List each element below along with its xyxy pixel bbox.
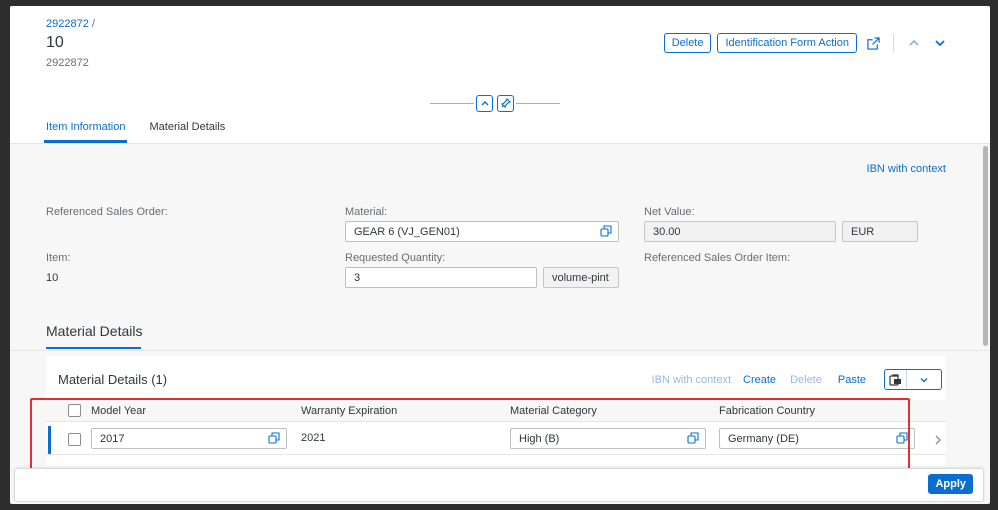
footer-bar: Apply: [14, 468, 984, 502]
collapse-line-left: [430, 102, 474, 104]
chevron-down-icon[interactable]: [907, 370, 941, 389]
pin-header-button[interactable]: [497, 94, 514, 112]
material-label: Material:: [345, 206, 388, 218]
page-subtitle: 2922872: [46, 57, 89, 69]
collapse-line-right: [516, 102, 560, 104]
section-divider: [10, 350, 990, 351]
table-title: Material Details (1): [58, 372, 168, 387]
item-label: Item:: [46, 252, 71, 264]
unit-field: volume-pint: [543, 267, 619, 288]
table-toolbar: IBN with context Create Delete Paste: [652, 369, 942, 390]
collapse-header-button[interactable]: [476, 94, 493, 112]
apply-button[interactable]: Apply: [928, 474, 973, 494]
page-title: 10: [46, 34, 64, 51]
header-actions: Delete Identification Form Action: [663, 33, 950, 53]
net-value-field: 30.00: [644, 221, 836, 242]
table-delete-button: Delete: [790, 373, 822, 386]
identification-form-action-button[interactable]: Identification Form Action: [717, 33, 857, 53]
requested-quantity-label: Requested Quantity:: [345, 252, 446, 264]
delete-button[interactable]: Delete: [663, 33, 712, 53]
chevron-up-icon: [481, 101, 488, 106]
pin-icon: [500, 98, 511, 108]
breadcrumb-separator: /: [91, 18, 95, 30]
material-value: GEAR 6 (VJ_GEN01): [354, 225, 460, 238]
ibn-with-context-link[interactable]: IBN with context: [867, 163, 946, 175]
breadcrumb: 2922872 /: [46, 18, 95, 30]
object-page-dialog: 2922872 / 10 2922872 Delete Identificati…: [10, 6, 990, 504]
referenced-sales-order-item-label: Referenced Sales Order Item:: [644, 252, 791, 264]
chevron-right-icon[interactable]: [934, 434, 942, 448]
table-ibn-link: IBN with context: [651, 373, 732, 386]
item-value: 10: [46, 272, 59, 284]
referenced-sales-order-label: Referenced Sales Order:: [46, 206, 168, 218]
chevron-up-icon[interactable]: [904, 33, 924, 53]
tab-bar: Item Information Material Details: [43, 121, 225, 143]
paste-button[interactable]: Paste: [838, 374, 866, 386]
create-button[interactable]: Create: [743, 374, 776, 386]
export-icon[interactable]: [885, 370, 907, 389]
scrollbar[interactable]: [983, 146, 988, 346]
material-details-section-title: Material Details: [46, 323, 143, 339]
chevron-down-icon[interactable]: [930, 33, 950, 53]
tab-item-information[interactable]: Item Information: [43, 121, 128, 143]
material-input[interactable]: GEAR 6 (VJ_GEN01): [345, 221, 619, 242]
highlight-box: [30, 398, 910, 474]
currency-field: EUR: [842, 221, 918, 242]
header-collapse-bar: [430, 94, 560, 112]
tab-material-details[interactable]: Material Details: [149, 121, 225, 141]
section-underline: [46, 347, 141, 349]
share-icon[interactable]: [863, 33, 883, 53]
export-menu-button[interactable]: [884, 369, 942, 390]
breadcrumb-link[interactable]: 2922872: [46, 18, 89, 30]
net-value-label: Net Value:: [644, 206, 695, 218]
object-header: 2922872 / 10 2922872 Delete Identificati…: [10, 6, 990, 144]
requested-quantity-input[interactable]: 3: [345, 267, 537, 288]
value-help-icon[interactable]: [600, 225, 612, 240]
actions-separator: [893, 34, 894, 52]
